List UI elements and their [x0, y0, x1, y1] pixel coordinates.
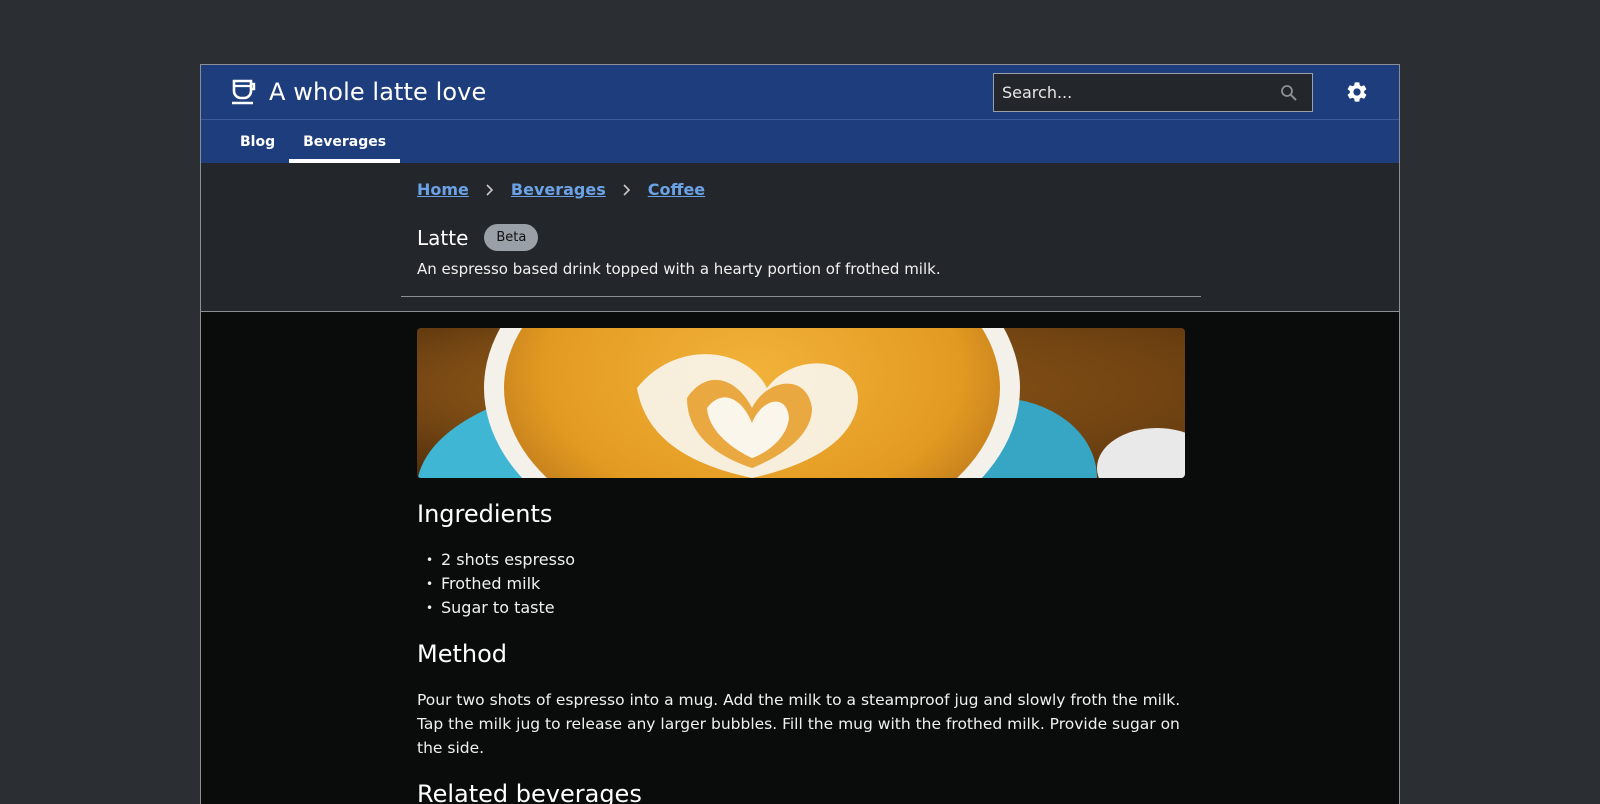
title-row: Latte Beta — [417, 224, 539, 251]
page-header: Home Beverages Coffee Latte Beta An espr… — [201, 163, 1399, 312]
divider — [401, 296, 1201, 297]
nav-item-blog[interactable]: Blog — [226, 120, 289, 163]
search-input[interactable] — [994, 74, 1280, 111]
breadcrumb-home[interactable]: Home — [417, 180, 469, 199]
gear-icon[interactable] — [1345, 80, 1369, 104]
app-header: A whole latte love — [201, 65, 1399, 120]
breadcrumb-coffee[interactable]: Coffee — [648, 180, 705, 199]
main-nav: Blog Beverages — [201, 120, 1399, 163]
chevron-right-icon — [623, 183, 630, 196]
app-title: A whole latte love — [269, 78, 487, 106]
method-heading: Method — [417, 640, 508, 668]
search-box[interactable] — [993, 73, 1313, 112]
main-content: Ingredients 2 shots espresso Frothed mil… — [201, 312, 1399, 804]
nav-item-beverages[interactable]: Beverages — [289, 120, 401, 163]
method-text: Pour two shots of espresso into a mug. A… — [417, 691, 1181, 757]
list-item: Frothed milk — [417, 572, 1399, 596]
breadcrumb-beverages[interactable]: Beverages — [511, 180, 606, 199]
app-window: A whole latte love Blog Beverages Home B… — [200, 64, 1400, 804]
page-title: Latte — [417, 225, 469, 250]
ingredients-list: 2 shots espresso Frothed milk Sugar to t… — [417, 548, 1399, 620]
coffee-cup-icon — [232, 79, 256, 105]
ingredients-heading: Ingredients — [417, 500, 553, 528]
search-icon[interactable] — [1280, 84, 1298, 102]
latte-hero-image — [417, 328, 1185, 478]
breadcrumb: Home Beverages Coffee — [417, 180, 705, 199]
list-item: 2 shots espresso — [417, 548, 1399, 572]
list-item: Sugar to taste — [417, 596, 1399, 620]
page-subtitle: An espresso based drink topped with a he… — [417, 260, 941, 278]
related-heading: Related beverages — [417, 780, 642, 804]
status-badge: Beta — [484, 224, 539, 251]
brand[interactable]: A whole latte love — [231, 78, 486, 106]
chevron-right-icon — [486, 183, 494, 196]
